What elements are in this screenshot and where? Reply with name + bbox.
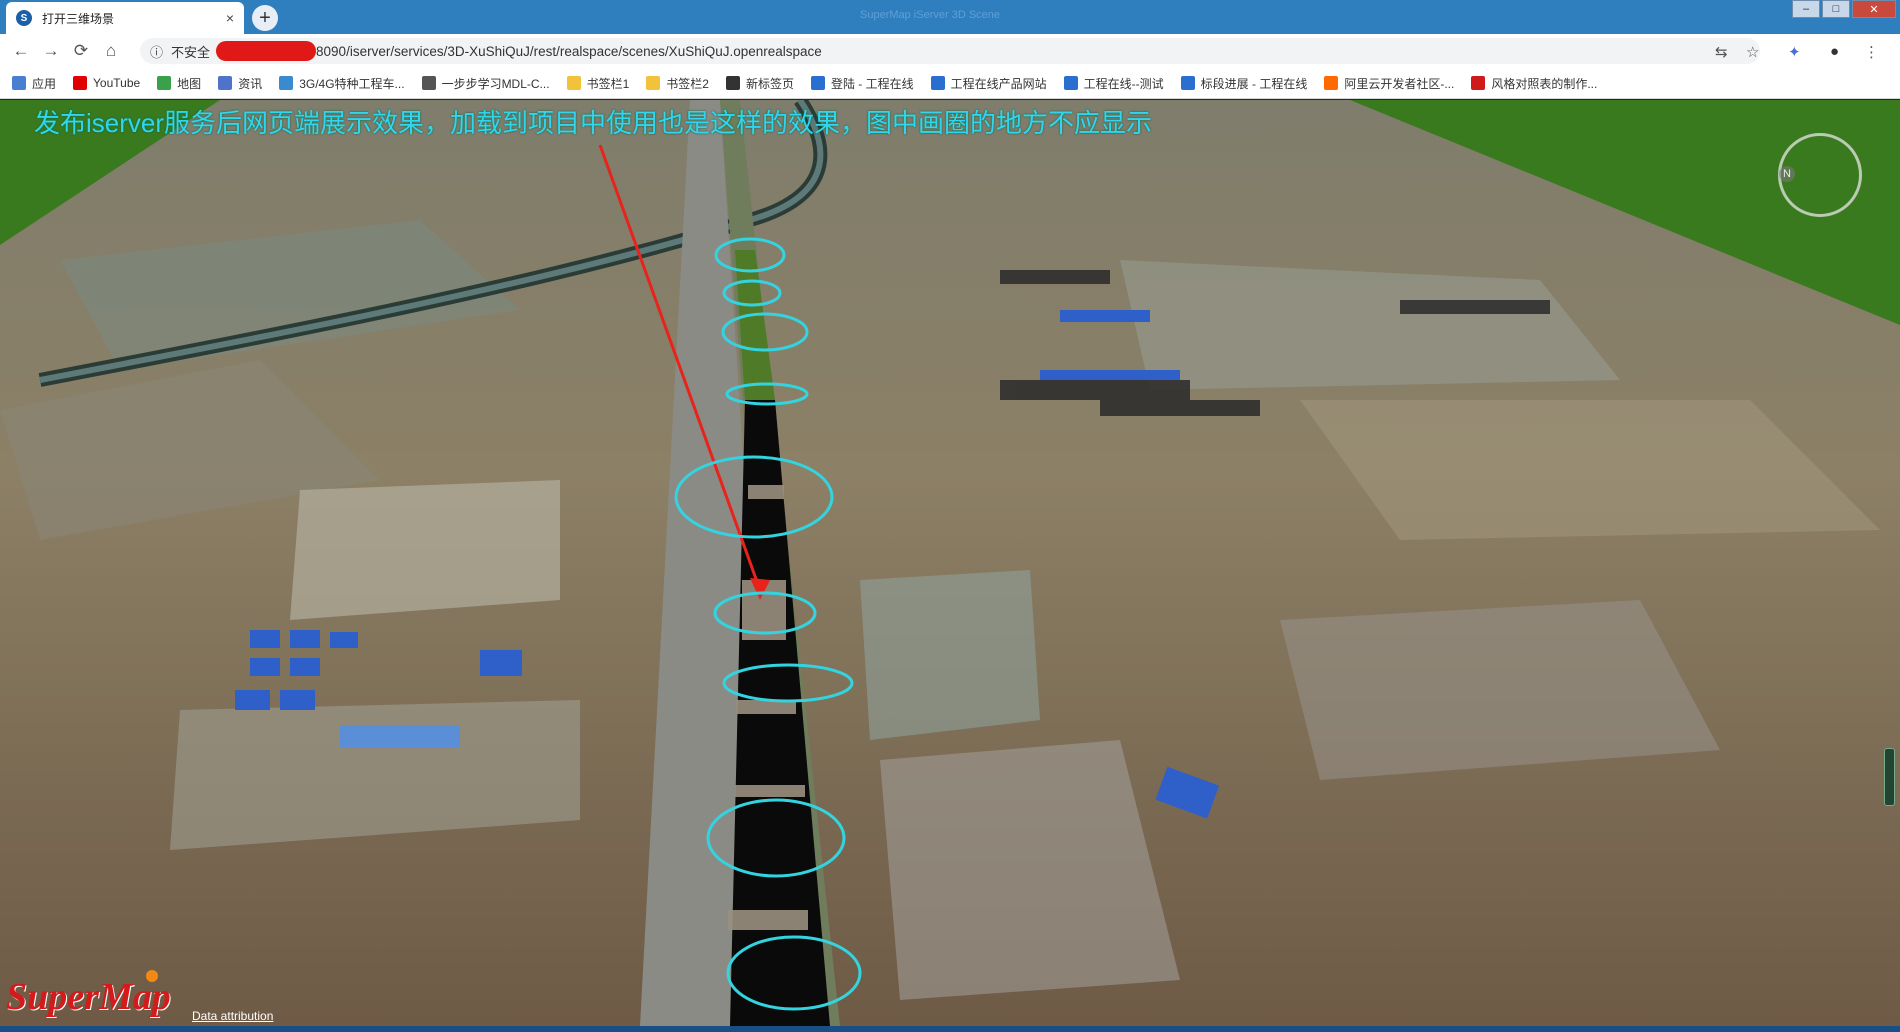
bookmark-item[interactable]: 登陆 - 工程在线 <box>810 75 914 92</box>
bookmark-item[interactable]: 书签栏2 <box>646 75 709 92</box>
new-tab-button[interactable]: + <box>252 5 278 31</box>
browser-title-bar: S 打开三维场景 × + SuperMap iServer 3D Scene –… <box>0 0 1900 34</box>
bookmark-star-icon[interactable]: ☆ <box>1746 43 1759 61</box>
bookmark-item[interactable]: 工程在线产品网站 <box>930 75 1047 92</box>
site-icon <box>1063 76 1078 90</box>
map-icon <box>157 76 172 90</box>
window-title: SuperMap iServer 3D Scene <box>860 9 1001 21</box>
bookmark-item[interactable]: 地图 <box>157 75 201 92</box>
address-bar[interactable]: ⓘ 不安全 8090/iserver/services/3D-XuShiQuJ/… <box>140 38 1760 64</box>
bookmark-item[interactable]: 新标签页 <box>725 75 794 92</box>
c-icon <box>1471 76 1486 90</box>
bookmark-label: YouTube <box>93 76 141 90</box>
bookmark-item[interactable]: 一步步学习MDL-C... <box>421 75 550 92</box>
cloud-icon <box>279 76 294 90</box>
page-icon <box>421 76 436 90</box>
bookmark-label: 阿里云开发者社区-... <box>1344 76 1455 91</box>
bookmark-label: 3G/4G特种工程车... <box>299 76 405 91</box>
bookmark-item[interactable]: 风格对照表的制作... <box>1471 75 1597 92</box>
bookmark-label: 地图 <box>177 76 202 91</box>
annotation-caption: 发布iserver服务后网页端展示效果，加载到项目中使用也是这样的效果，图中画圈… <box>34 108 1153 138</box>
bookmark-label: 标段进展 - 工程在线 <box>1200 76 1308 91</box>
extension-icon[interactable]: ✦ <box>1788 43 1801 61</box>
folder-icon <box>566 76 581 90</box>
home-icon[interactable]: ⌂ <box>96 41 126 61</box>
insecure-label: 不安全 <box>171 44 211 60</box>
bookmarks-bar: 应用 YouTube 地图 资讯 3G/4G特种工程车... 一步步学习MDL-C... 书… <box>0 68 1900 99</box>
folder-icon <box>646 76 661 90</box>
url-text[interactable]: 8090/iserver/services/3D-XuShiQuJ/rest/r… <box>316 44 822 59</box>
bookmark-label: 书签栏1 <box>586 76 630 91</box>
site-info-icon[interactable]: ⓘ <box>150 42 163 61</box>
apps-icon <box>12 76 26 90</box>
3d-scene-viewport[interactable] <box>0 100 1900 1026</box>
youtube-icon <box>73 76 88 90</box>
bookmark-label: 新标签页 <box>745 76 794 91</box>
bookmark-label: 风格对照表的制作... <box>1491 76 1598 91</box>
site-icon <box>1180 76 1195 90</box>
bookmark-label: 工程在线--测试 <box>1083 76 1164 91</box>
bookmark-item[interactable]: 应用 <box>12 75 56 92</box>
bookmark-item[interactable]: 资讯 <box>218 75 262 92</box>
bookmark-label: 应用 <box>32 76 57 91</box>
bookmark-label: 一步步学习MDL-C... <box>441 76 550 91</box>
browser-toolbar: ← → ⟳ ⌂ ⓘ 不安全 8090/iserver/services/3D-X… <box>0 34 1900 68</box>
site-icon <box>810 76 825 90</box>
minimize-button[interactable]: – <box>1792 0 1820 18</box>
news-icon <box>218 76 233 90</box>
bookmark-item[interactable]: 书签栏1 <box>566 75 630 92</box>
menu-icon[interactable]: ⋮ <box>1864 43 1879 61</box>
supermap-logo: SuperMap <box>6 976 171 1018</box>
bookmark-label: 登陆 - 工程在线 <box>830 76 914 91</box>
account-icon[interactable]: ● <box>1830 43 1839 60</box>
bookmark-item[interactable]: YouTube <box>73 76 140 90</box>
translate-icon[interactable]: ⇆ <box>1715 43 1728 61</box>
bookmark-label: 书签栏2 <box>666 76 709 91</box>
bookmark-item[interactable]: 3G/4G特种工程车... <box>279 75 405 92</box>
data-attribution-link[interactable]: Data attribution <box>192 1009 273 1023</box>
back-icon[interactable]: ← <box>6 41 36 61</box>
bookmark-item[interactable]: 标段进展 - 工程在线 <box>1180 75 1308 92</box>
bookmark-item[interactable]: 阿里云开发者社区-... <box>1324 75 1454 92</box>
reload-icon[interactable]: ⟳ <box>66 41 96 61</box>
side-panel-handle[interactable] <box>1884 748 1895 806</box>
bookmark-label: 资讯 <box>238 76 263 91</box>
tab-title: 打开三维场景 <box>42 11 115 26</box>
supermap-favicon-icon: S <box>16 10 32 26</box>
compass-north-icon: N <box>1779 166 1795 182</box>
compass-widget[interactable]: N <box>1778 133 1862 217</box>
site-icon <box>930 76 945 90</box>
globe-icon <box>725 76 740 90</box>
aliyun-icon <box>1324 76 1339 90</box>
window-controls: – □ ✕ <box>1790 0 1896 18</box>
bookmark-item[interactable]: 工程在线--测试 <box>1063 75 1164 92</box>
redacted-host-mark <box>216 41 317 61</box>
maximize-button[interactable]: □ <box>1822 0 1850 18</box>
close-window-button[interactable]: ✕ <box>1852 0 1896 18</box>
tab-close-icon[interactable]: × <box>226 10 234 26</box>
scene-render <box>0 100 1900 1026</box>
forward-icon[interactable]: → <box>36 41 66 61</box>
os-taskbar <box>0 1026 1900 1032</box>
active-tab[interactable]: S 打开三维场景 × <box>6 2 244 34</box>
bookmark-label: 工程在线产品网站 <box>950 76 1047 91</box>
